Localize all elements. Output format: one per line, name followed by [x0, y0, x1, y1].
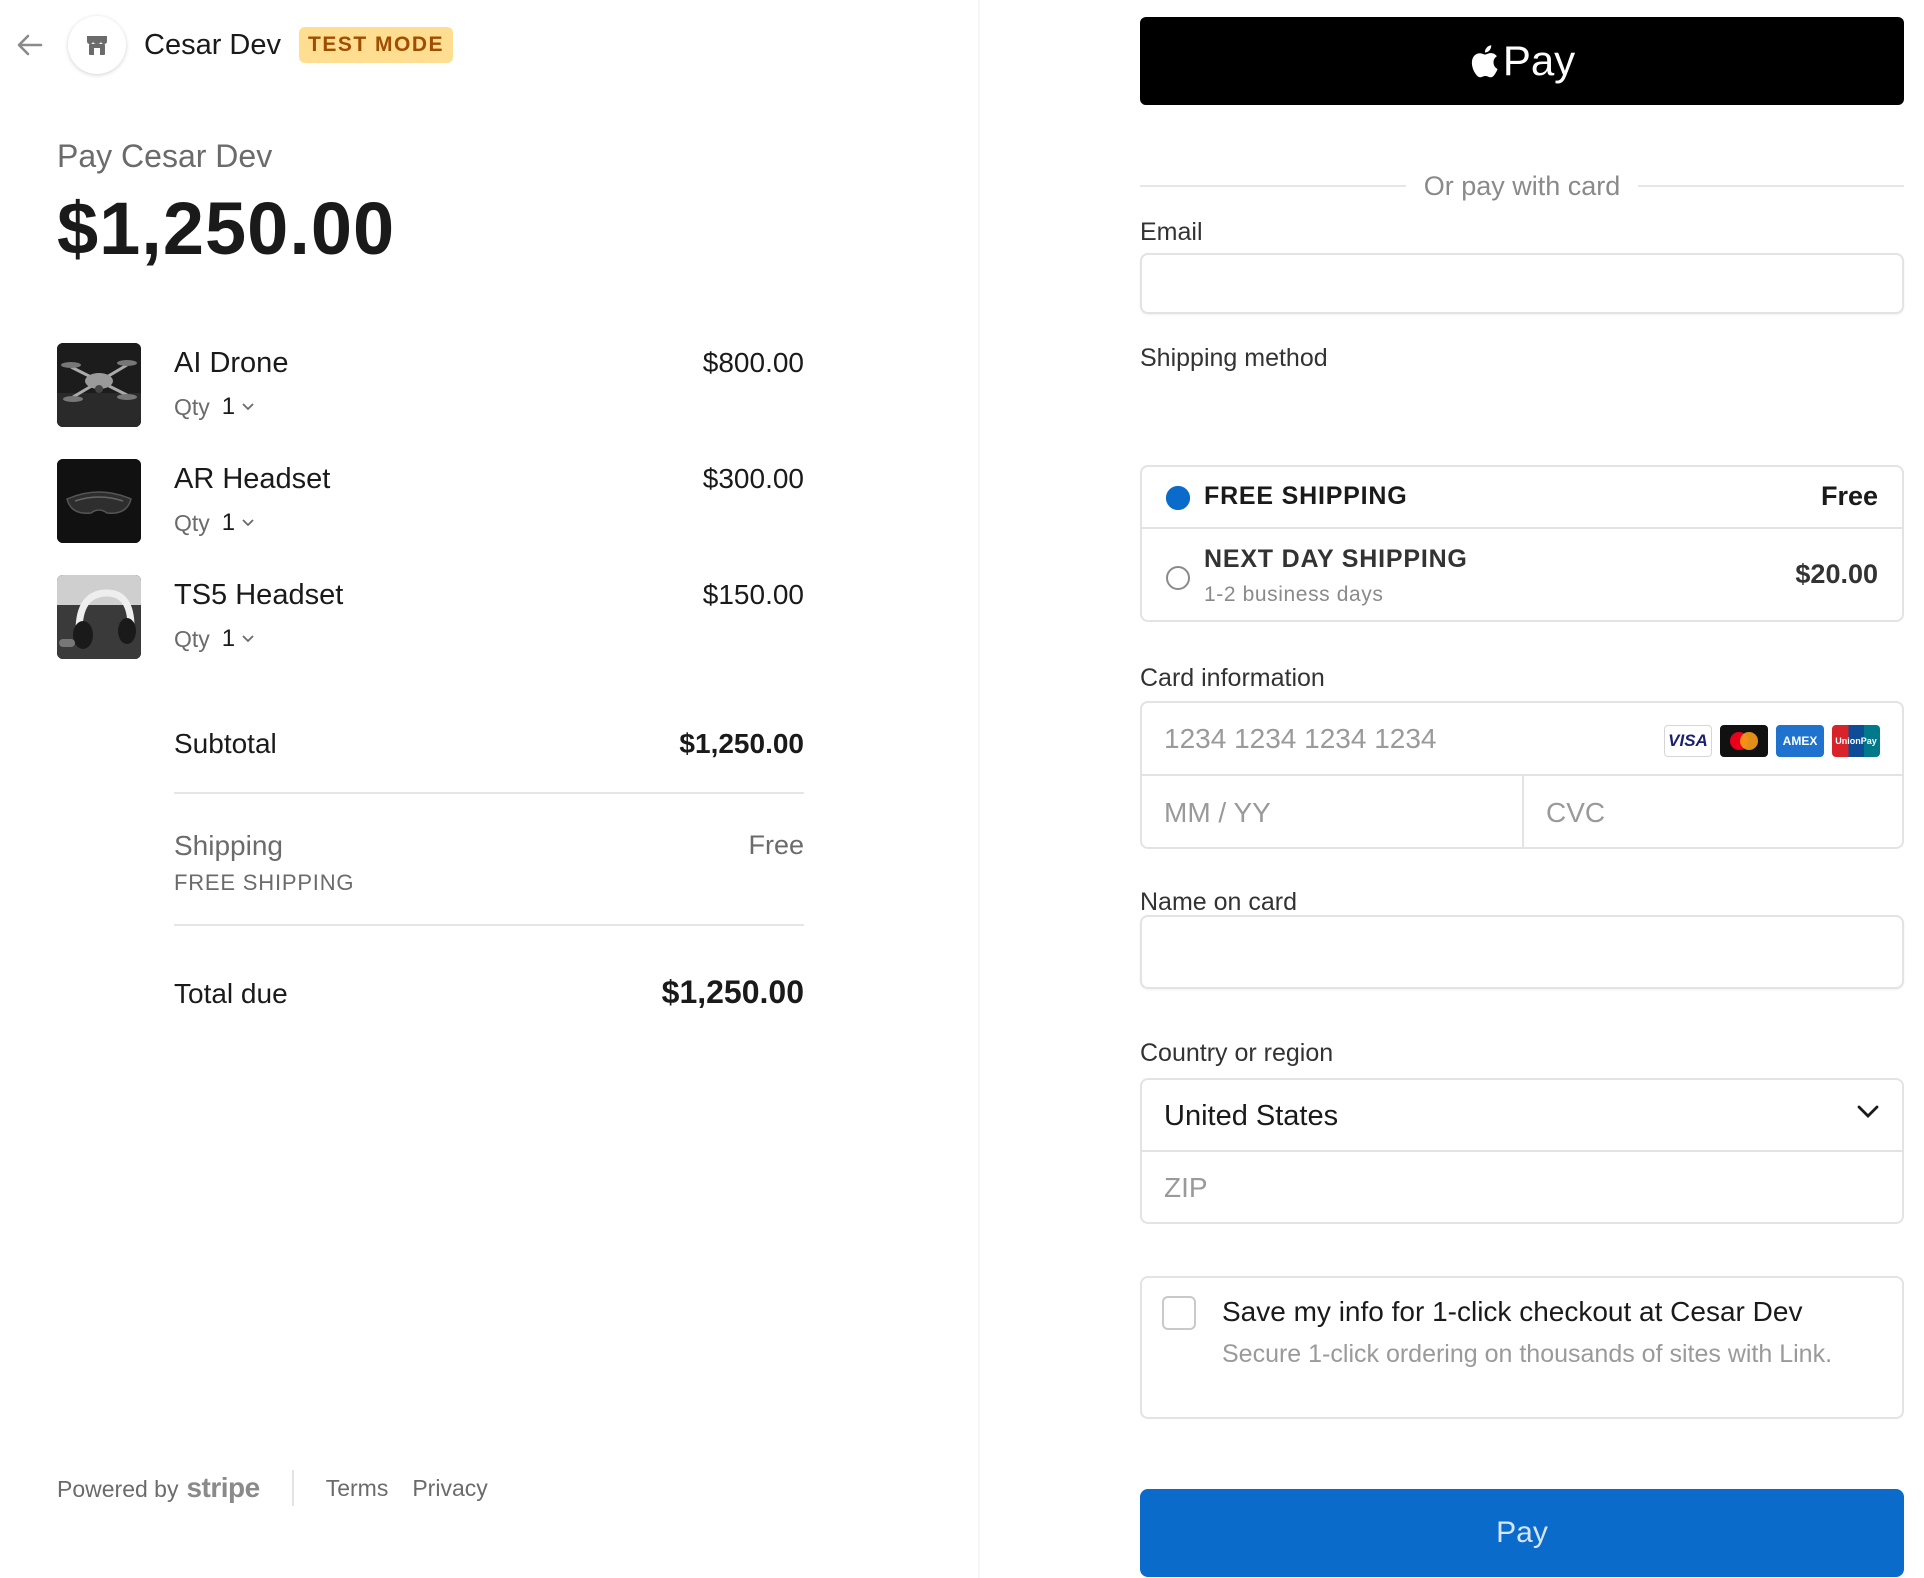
- address-group: United States: [1140, 1078, 1904, 1224]
- radio-unselected[interactable]: [1166, 566, 1190, 590]
- item-price: $150.00: [702, 579, 804, 610]
- radio-selected[interactable]: [1166, 486, 1190, 510]
- powered-by-text: Powered by: [57, 1476, 179, 1502]
- qty-label: Qty: [174, 625, 210, 652]
- chevron-down-icon: [242, 403, 254, 411]
- card-information-label: Card information: [1140, 664, 1325, 692]
- order-totals: Subtotal $1,250.00 Shipping FREE SHIPPIN…: [174, 712, 804, 1010]
- save-info-box: Save my info for 1-click checkout at Ces…: [1140, 1276, 1904, 1419]
- line-item: AR Headset $300.00 Qty 1: [57, 459, 804, 575]
- name-on-card-field[interactable]: [1142, 917, 1902, 987]
- line-item: AI Drone $800.00 Qty 1: [57, 343, 804, 459]
- chevron-down-icon: [242, 519, 254, 527]
- name-on-card-label: Name on card: [1140, 888, 1298, 916]
- header: Cesar Dev TEST MODE: [14, 16, 454, 74]
- name-on-card-wrapper: [1140, 915, 1904, 989]
- shipping-option-next-day[interactable]: NEXT DAY SHIPPING 1-2 business days $20.…: [1142, 529, 1902, 622]
- total-label: Total due: [174, 978, 288, 1009]
- order-summary-panel: Cesar Dev TEST MODE Pay Cesar Dev $1,250…: [0, 0, 980, 1578]
- shipping-option-price: $20.00: [1795, 559, 1878, 589]
- pay-button[interactable]: Pay: [1140, 1489, 1904, 1577]
- line-items: AI Drone $800.00 Qty 1 AR Headset $300.0…: [57, 343, 804, 691]
- item-name: AI Drone: [174, 347, 289, 379]
- shipping-option-name: NEXT DAY SHIPPING: [1204, 545, 1468, 573]
- qty-label: Qty: [174, 393, 210, 420]
- save-info-title: Save my info for 1-click checkout at Ces…: [1222, 1296, 1803, 1327]
- test-mode-badge: TEST MODE: [299, 27, 454, 63]
- footer: Powered by stripe Terms Privacy: [57, 1470, 512, 1506]
- chevron-down-icon: [1857, 1105, 1879, 1118]
- product-image-ar-headset: [57, 459, 141, 543]
- apple-pay-button[interactable]: Pay: [1140, 17, 1904, 105]
- card-number-row: VISA AMEX UnionPay: [1142, 703, 1902, 776]
- item-name: TS5 Headset: [174, 579, 344, 611]
- quantity-selector[interactable]: Qty 1: [174, 509, 255, 537]
- shipping-label: Shipping: [174, 830, 283, 861]
- shipping-option-price: Free: [1820, 481, 1878, 511]
- mastercard-icon: [1720, 725, 1768, 757]
- merchant-name: Cesar Dev: [144, 28, 281, 61]
- card-information-group: VISA AMEX UnionPay: [1140, 701, 1904, 849]
- powered-by[interactable]: Powered by stripe: [57, 1472, 260, 1504]
- subtotal-row: Subtotal $1,250.00: [174, 712, 804, 794]
- cvc-row: [1524, 776, 1904, 849]
- item-name: AR Headset: [174, 463, 331, 495]
- quantity-selector[interactable]: Qty 1: [174, 625, 255, 653]
- visa-icon: VISA: [1664, 725, 1712, 757]
- shipping-method-label: Shipping method: [1140, 344, 1328, 372]
- expiry-row: [1142, 776, 1524, 849]
- stripe-logo: stripe: [186, 1472, 260, 1503]
- privacy-link[interactable]: Privacy: [412, 1475, 487, 1502]
- total-value: $1,250.00: [661, 974, 804, 1010]
- product-image-ts5-headset: [57, 575, 141, 659]
- qty-label: Qty: [174, 509, 210, 536]
- pay-merchant-label: Pay Cesar Dev: [57, 138, 273, 174]
- shipping-method-group: FREE SHIPPING Free NEXT DAY SHIPPING 1-2…: [1140, 465, 1904, 622]
- subtotal-label: Subtotal: [174, 728, 277, 759]
- item-price: $300.00: [702, 463, 804, 494]
- or-divider: Or pay with card: [1140, 168, 1905, 204]
- total-amount: $1,250.00: [57, 187, 396, 270]
- arrow-left-icon: [17, 34, 43, 56]
- quantity-selector[interactable]: Qty 1: [174, 393, 255, 421]
- email-field-wrapper: [1140, 253, 1904, 314]
- back-button[interactable]: [14, 29, 46, 61]
- qty-value: 1: [221, 509, 236, 536]
- country-select[interactable]: United States: [1142, 1080, 1902, 1152]
- shipping-option-name: FREE SHIPPING: [1204, 482, 1408, 510]
- shipping-option-free[interactable]: FREE SHIPPING Free: [1142, 467, 1902, 529]
- payment-panel: Pay Or pay with card Email Shipping meth…: [980, 0, 1924, 1578]
- chevron-down-icon: [242, 635, 254, 643]
- product-image-drone: [57, 343, 141, 427]
- email-label: Email: [1140, 218, 1203, 246]
- subtotal-value: $1,250.00: [679, 728, 804, 759]
- card-cvc-field[interactable]: [1524, 776, 1904, 849]
- zip-row: [1142, 1152, 1902, 1224]
- store-icon: [87, 36, 107, 55]
- shipping-value: Free: [748, 830, 804, 860]
- shipping-method-name: FREE SHIPPING: [174, 870, 355, 895]
- email-field[interactable]: [1142, 255, 1902, 312]
- save-info-subtitle: Secure 1-click ordering on thousands of …: [1222, 1340, 1833, 1368]
- line-item: TS5 Headset $150.00 Qty 1: [57, 575, 804, 691]
- card-expiry-field[interactable]: [1142, 776, 1522, 849]
- zip-field[interactable]: [1142, 1152, 1902, 1224]
- footer-divider: [291, 1470, 294, 1506]
- store-avatar: [68, 16, 126, 74]
- save-info-checkbox[interactable]: [1162, 1296, 1196, 1330]
- terms-link[interactable]: Terms: [326, 1475, 389, 1502]
- or-divider-text: Or pay with card: [1423, 170, 1621, 201]
- amex-icon: AMEX: [1776, 725, 1824, 757]
- item-price: $800.00: [702, 347, 804, 378]
- qty-value: 1: [221, 625, 236, 652]
- country-value: United States: [1164, 1100, 1339, 1132]
- qty-value: 1: [221, 393, 236, 420]
- unionpay-icon: UnionPay: [1832, 725, 1880, 757]
- apple-logo-icon: [1471, 45, 1498, 78]
- country-label: Country or region: [1140, 1039, 1334, 1067]
- shipping-option-detail: 1-2 business days: [1204, 583, 1384, 606]
- apple-pay-label: Pay: [1502, 37, 1576, 84]
- shipping-row: Shipping FREE SHIPPING Free: [174, 794, 804, 926]
- card-brands: VISA AMEX UnionPay: [1664, 725, 1880, 757]
